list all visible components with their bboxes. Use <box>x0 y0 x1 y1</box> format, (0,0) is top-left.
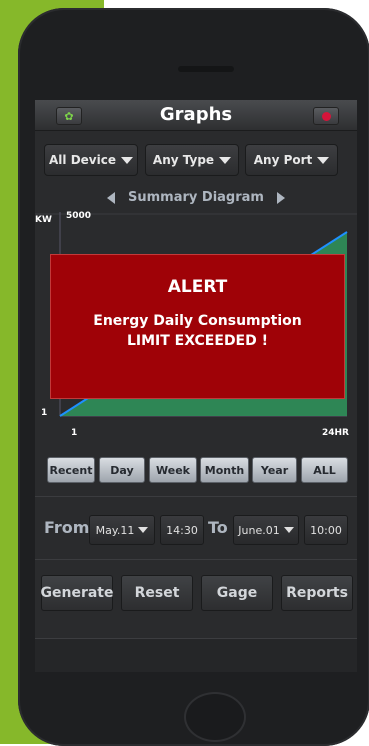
range-year-button[interactable]: Year <box>252 457 297 483</box>
divider <box>35 559 357 560</box>
y-tick-min: 1 <box>41 408 48 418</box>
y-tick-max: 5000 <box>66 211 92 221</box>
chevron-down-icon <box>283 527 294 533</box>
bottom-bar <box>35 638 357 672</box>
reports-button[interactable]: Reports <box>281 575 353 611</box>
port-dropdown-value: Any Port <box>253 153 313 167</box>
to-date-value: June.01 <box>238 523 280 537</box>
type-dropdown[interactable]: Any Type <box>145 144 239 176</box>
range-all-button[interactable]: ALL <box>301 457 348 483</box>
time-range-selector: Recent Day Week Month Year ALL <box>47 457 349 483</box>
red-dot-icon <box>321 111 331 121</box>
date-range-row: From May.11 14:30 To June.01 10:00 <box>35 513 357 545</box>
chevron-down-icon <box>120 156 133 164</box>
to-time-value: 10:00 <box>310 523 342 537</box>
reset-button[interactable]: Reset <box>121 575 193 611</box>
range-day-button[interactable]: Day <box>99 457 145 483</box>
from-date-value: May.11 <box>95 523 135 537</box>
chevron-down-icon <box>317 156 330 164</box>
type-dropdown-value: Any Type <box>152 153 215 167</box>
from-label: From <box>44 518 90 537</box>
range-recent-button[interactable]: Recent <box>47 457 95 483</box>
next-arrow-icon[interactable] <box>276 191 285 204</box>
chevron-down-icon <box>138 527 149 533</box>
alert-popup[interactable]: ALERT Energy Daily Consumption LIMIT EXC… <box>50 254 345 399</box>
action-buttons-row: Generate Reset Gage Reports <box>35 575 357 611</box>
previous-arrow-icon[interactable] <box>107 191 116 204</box>
diagram-navigator: Summary Diagram <box>35 190 357 205</box>
diagram-title: Summary Diagram <box>128 190 264 205</box>
range-week-button[interactable]: Week <box>149 457 197 483</box>
to-date-dropdown[interactable]: June.01 <box>233 515 299 545</box>
range-month-button[interactable]: Month <box>200 457 249 483</box>
from-time-field[interactable]: 14:30 <box>160 515 204 545</box>
from-date-dropdown[interactable]: May.11 <box>89 515 155 545</box>
alert-title: ALERT <box>167 277 228 297</box>
home-button[interactable] <box>184 692 246 742</box>
port-dropdown[interactable]: Any Port <box>245 144 338 176</box>
gage-button[interactable]: Gage <box>201 575 273 611</box>
to-time-field[interactable]: 10:00 <box>304 515 348 545</box>
alert-message-line1: Energy Daily Consumption <box>93 313 302 329</box>
to-label: To <box>208 518 228 537</box>
page-title: Graphs <box>159 104 233 125</box>
alert-indicator-button[interactable] <box>313 107 339 125</box>
generate-button[interactable]: Generate <box>41 575 114 611</box>
alert-message-line2: LIMIT EXCEEDED ! <box>126 333 269 349</box>
device-dropdown-value: All Device <box>49 153 116 167</box>
chevron-down-icon <box>219 156 232 164</box>
from-time-value: 14:30 <box>166 523 198 537</box>
y-axis-label: KW <box>35 215 52 225</box>
device-dropdown[interactable]: All Device <box>44 144 138 176</box>
x-tick-start: 1 <box>71 428 78 438</box>
divider <box>35 496 357 497</box>
title-bar: ✿ Graphs <box>35 100 357 131</box>
x-tick-end: 24HR <box>322 428 349 438</box>
app-screen: ✿ Graphs All Device Any Type Any Port Su… <box>35 100 357 672</box>
speaker-slot <box>178 66 234 72</box>
